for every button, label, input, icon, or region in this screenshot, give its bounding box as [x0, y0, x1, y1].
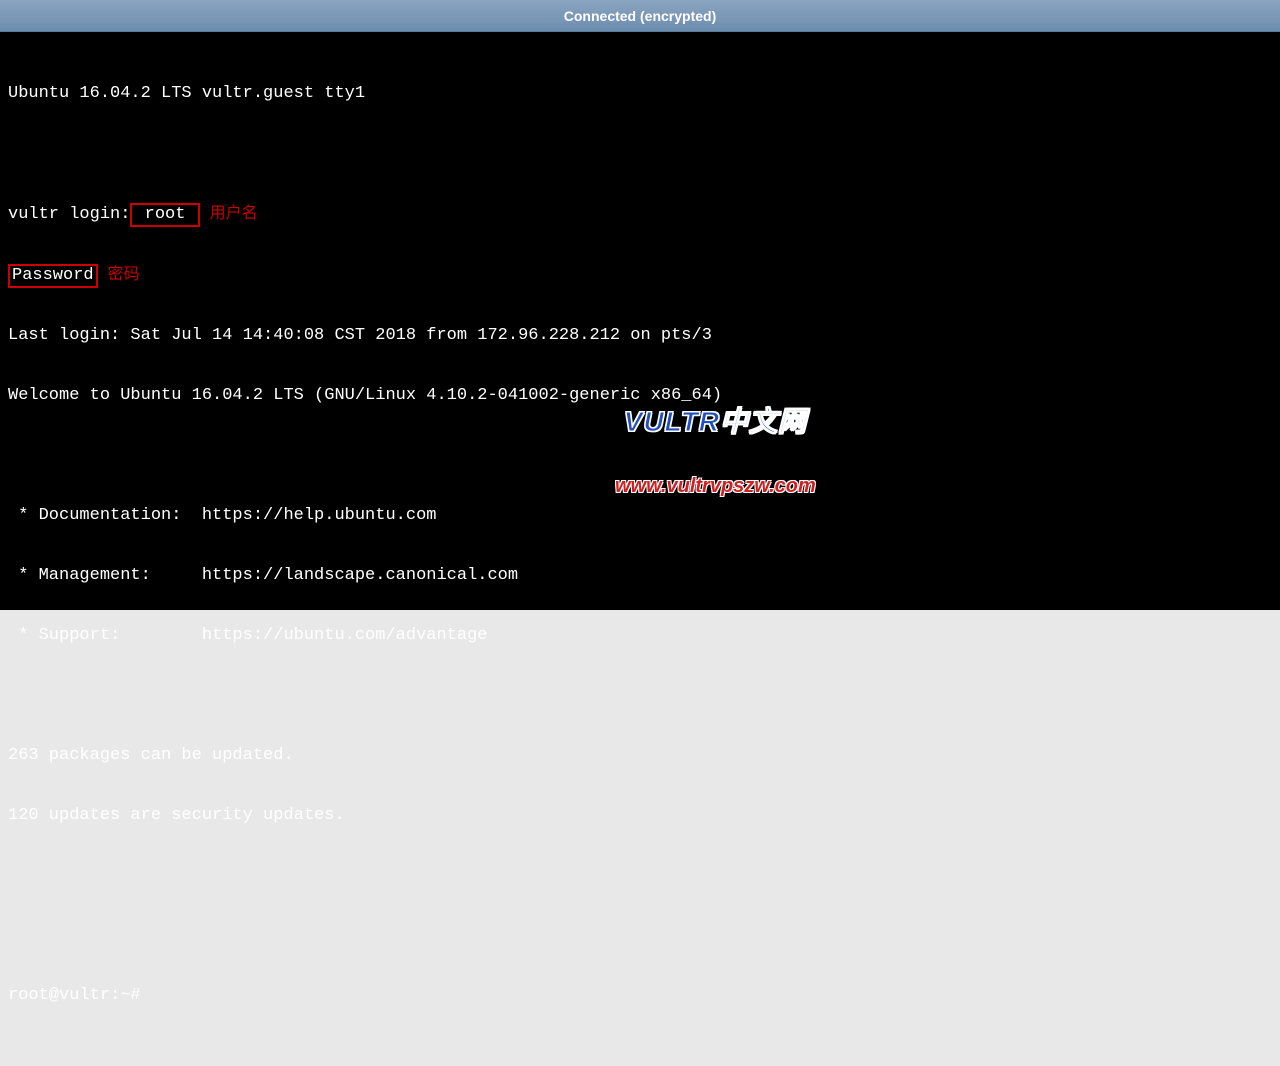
- username-annotation: 用户名: [210, 205, 258, 222]
- password-line: Password 密码: [8, 265, 1272, 286]
- blank-line: [8, 866, 1272, 886]
- connection-title-bar: Connected (encrypted): [0, 0, 1280, 32]
- os-banner: Ubuntu 16.04.2 LTS vultr.guest tty1: [8, 84, 1272, 104]
- password-prompt-box: Password: [8, 264, 98, 288]
- password-annotation: 密码: [108, 266, 140, 283]
- blank-line: [8, 686, 1272, 706]
- security-update-line: 120 updates are security updates.: [8, 806, 1272, 826]
- shell-prompt[interactable]: root@vultr:~#: [8, 986, 1272, 1006]
- management-line: * Management: https://landscape.canonica…: [8, 566, 1272, 586]
- terminal-window[interactable]: Ubuntu 16.04.2 LTS vultr.guest tty1 vult…: [0, 32, 1280, 610]
- blank-line: [8, 926, 1272, 946]
- blank-line: [8, 446, 1272, 466]
- login-line: vultr login: root 用户名: [8, 204, 1272, 225]
- welcome-line: Welcome to Ubuntu 16.04.2 LTS (GNU/Linux…: [8, 386, 1272, 406]
- watermark-title: VULTR中文网: [615, 412, 816, 432]
- documentation-line: * Documentation: https://help.ubuntu.com: [8, 506, 1272, 526]
- connection-status-text: Connected (encrypted): [564, 8, 716, 24]
- blank-line: [8, 144, 1272, 164]
- packages-update-line: 263 packages can be updated.: [8, 746, 1272, 766]
- last-login-line: Last login: Sat Jul 14 14:40:08 CST 2018…: [8, 326, 1272, 346]
- login-username-box: root: [130, 203, 199, 227]
- login-prompt-label: vultr login:: [8, 205, 130, 224]
- support-line: * Support: https://ubuntu.com/advantage: [8, 626, 1272, 646]
- watermark-url: www.vultrvpszw.com: [615, 476, 816, 496]
